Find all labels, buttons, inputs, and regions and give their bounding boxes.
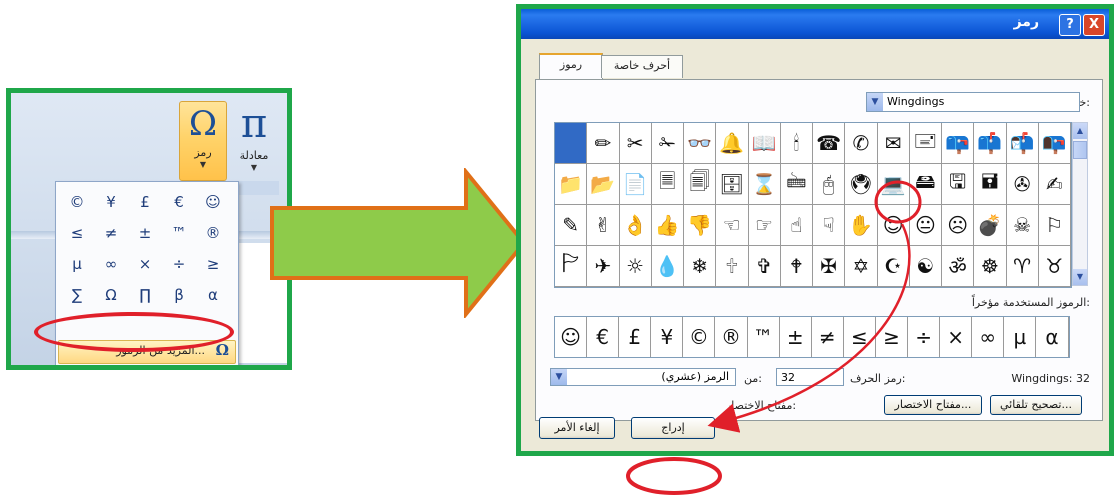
- annotation-overlay: [626, 180, 922, 495]
- highlight-ellipse-insert: [626, 457, 722, 495]
- curved-arrow-to-insert: [707, 223, 911, 433]
- highlight-circle-smiley: [874, 180, 922, 224]
